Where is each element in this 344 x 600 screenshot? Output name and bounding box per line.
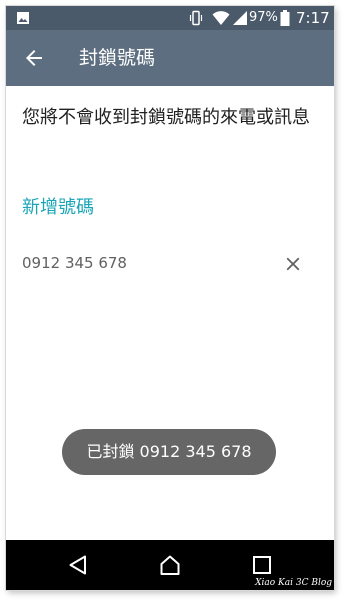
cell-signal-icon	[233, 11, 247, 25]
arrow-back-icon[interactable]	[22, 46, 46, 70]
vibrate-icon	[189, 10, 203, 26]
nav-back-icon[interactable]	[66, 553, 90, 577]
blocked-number: 0912 345 678	[22, 254, 127, 272]
nav-home-icon[interactable]	[158, 553, 182, 577]
nav-recent-icon[interactable]	[250, 553, 274, 577]
watermark-text: Xiao Kai 3C Blog	[255, 578, 332, 588]
page-title: 封鎖號碼	[79, 47, 156, 69]
blocked-number-row: 0912 345 678	[6, 244, 334, 284]
wifi-icon	[212, 11, 230, 25]
close-icon[interactable]	[282, 253, 304, 275]
battery-percent: 97%	[249, 10, 278, 25]
status-bar: 97% 7:17	[6, 6, 334, 30]
add-number-button[interactable]: 新增號碼	[22, 194, 94, 222]
image-notification-icon	[17, 12, 29, 24]
battery-icon	[280, 10, 290, 26]
app-bar: 封鎖號碼	[6, 30, 334, 86]
clock: 7:17	[296, 9, 330, 27]
block-description: 您將不會收到封鎖號碼的來電或訊息	[22, 107, 310, 128]
toast-message: 已封鎖 0912 345 678	[62, 429, 276, 475]
phone-screen: 97% 7:17 封鎖號碼 您將不會收到封鎖號碼的來電或訊息 新增號碼 0912…	[6, 6, 334, 590]
